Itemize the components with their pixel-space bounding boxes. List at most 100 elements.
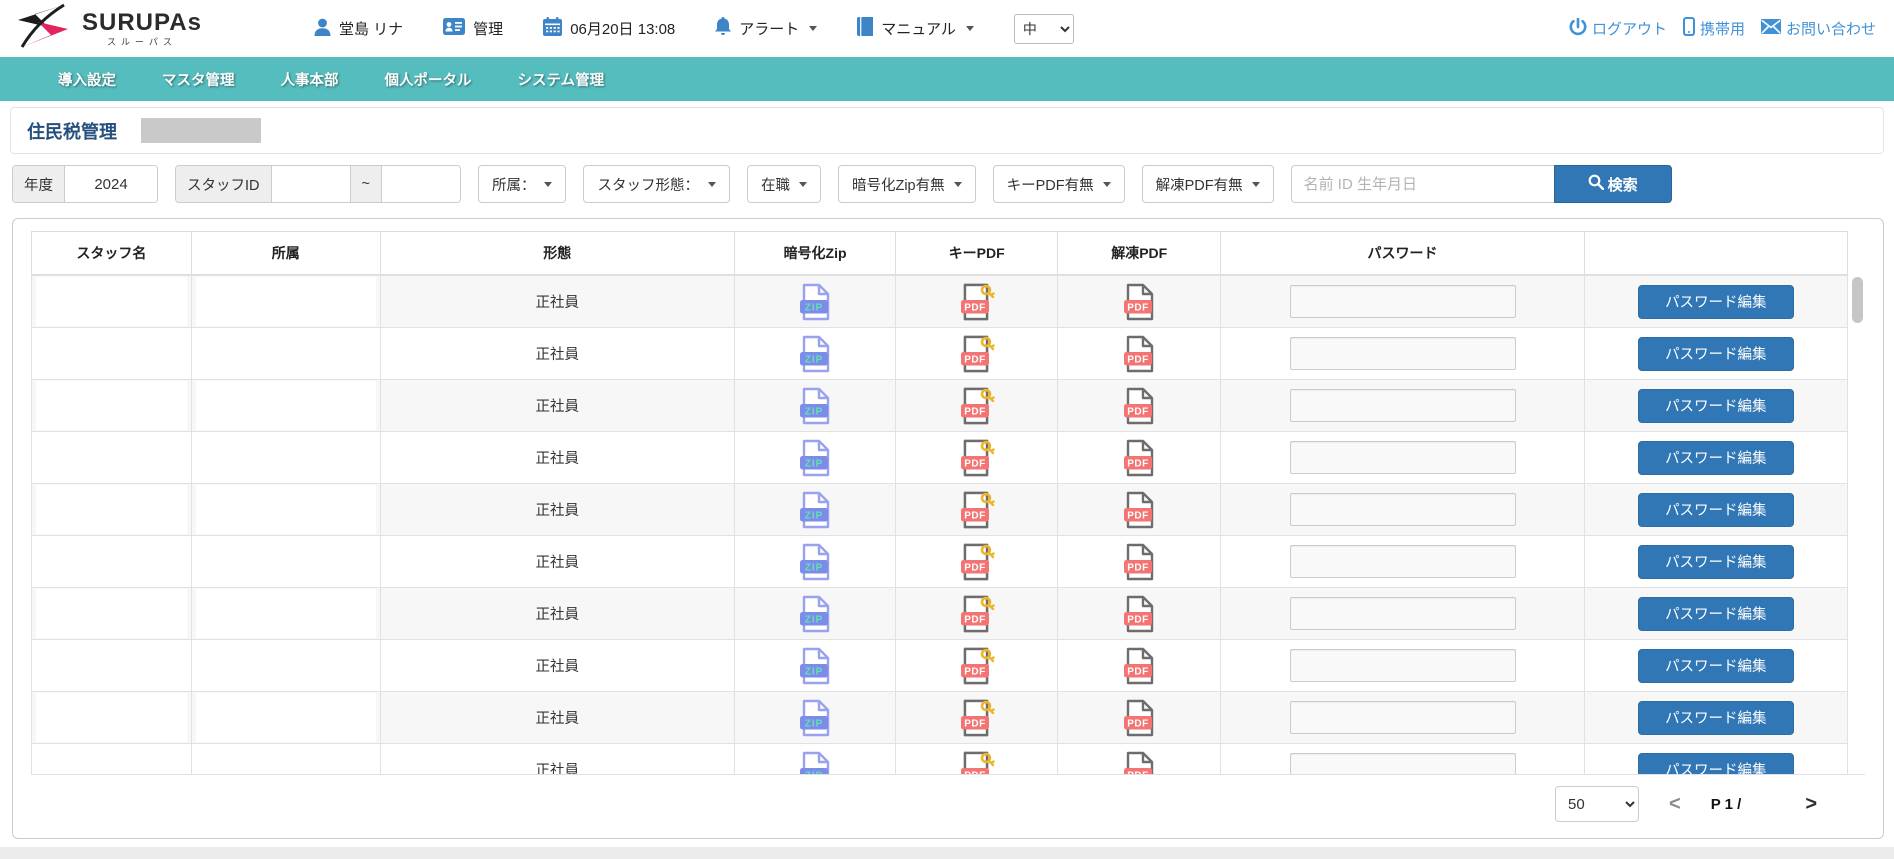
filter-affiliation-dropdown[interactable]: 所属：: [478, 165, 567, 203]
key-pdf-file-icon[interactable]: PDF: [959, 345, 995, 361]
password-field[interactable]: [1290, 649, 1516, 682]
admin-menu[interactable]: 管理: [443, 18, 503, 39]
password-edit-button[interactable]: パスワード編集: [1638, 441, 1794, 475]
cell-password: [1221, 744, 1584, 776]
encrypted-zip-file-icon[interactable]: ZIP: [798, 709, 832, 725]
footer-strip: [0, 847, 1894, 859]
password-field[interactable]: [1290, 701, 1516, 734]
search-button[interactable]: 検索: [1554, 165, 1672, 203]
password-field[interactable]: [1290, 545, 1516, 578]
key-pdf-file-icon[interactable]: PDF: [959, 709, 995, 725]
key-pdf-file-icon[interactable]: PDF: [959, 449, 995, 465]
staff-id-to-input[interactable]: [382, 166, 460, 202]
cell-employment-type: 正社員: [380, 276, 734, 328]
logo-mark-icon: [14, 3, 76, 54]
key-pdf-file-icon[interactable]: PDF: [959, 553, 995, 569]
cell-staff-name: [32, 484, 192, 536]
filter-encrypted-zip-dropdown[interactable]: 暗号化Zip有無: [838, 165, 976, 203]
page-size-select[interactable]: 50: [1555, 786, 1639, 822]
cell-employment-type: 正社員: [380, 328, 734, 380]
password-edit-button[interactable]: パスワード編集: [1638, 597, 1794, 631]
decrypted-pdf-file-icon[interactable]: PDF: [1122, 657, 1156, 673]
next-page-button[interactable]: >: [1805, 794, 1817, 814]
decrypted-pdf-file-icon[interactable]: PDF: [1122, 553, 1156, 569]
redacted-staff-name: [36, 693, 187, 742]
password-edit-button[interactable]: パスワード編集: [1638, 337, 1794, 371]
filter-decrypted-pdf-dropdown[interactable]: 解凍PDF有無: [1142, 165, 1274, 203]
password-edit-button[interactable]: パスワード編集: [1638, 389, 1794, 423]
app-logo[interactable]: SURUPAs スルーパス: [14, 3, 314, 54]
svg-text:PDF: PDF: [964, 406, 986, 417]
nav-item-master-management[interactable]: マスタ管理: [162, 69, 235, 90]
decrypted-pdf-file-icon[interactable]: PDF: [1122, 761, 1156, 775]
cell-password: [1221, 432, 1584, 484]
scrollbar-thumb[interactable]: [1852, 277, 1863, 323]
encrypted-zip-file-icon[interactable]: ZIP: [798, 501, 832, 517]
vertical-scrollbar[interactable]: [1850, 275, 1865, 775]
text-size-select[interactable]: 中: [1014, 14, 1074, 44]
password-edit-button[interactable]: パスワード編集: [1638, 545, 1794, 579]
password-edit-button[interactable]: パスワード編集: [1638, 285, 1794, 319]
chevron-down-icon: [799, 182, 807, 187]
key-pdf-file-icon[interactable]: PDF: [959, 397, 995, 413]
decrypted-pdf-file-icon[interactable]: PDF: [1122, 605, 1156, 621]
alert-menu[interactable]: アラート: [715, 17, 817, 40]
encrypted-zip-file-icon[interactable]: ZIP: [798, 397, 832, 413]
decrypted-pdf-file-icon[interactable]: PDF: [1122, 501, 1156, 517]
key-pdf-file-icon[interactable]: PDF: [959, 761, 995, 775]
password-field[interactable]: [1290, 389, 1516, 422]
password-field[interactable]: [1290, 753, 1516, 775]
encrypted-zip-file-icon[interactable]: ZIP: [798, 449, 832, 465]
password-edit-button[interactable]: パスワード編集: [1638, 701, 1794, 735]
encrypted-zip-file-icon[interactable]: ZIP: [798, 345, 832, 361]
keyword-search-input[interactable]: [1291, 165, 1554, 203]
mobile-link[interactable]: 携帯用: [1683, 17, 1745, 40]
key-pdf-file-icon[interactable]: PDF: [959, 605, 995, 621]
svg-text:ZIP: ZIP: [805, 614, 824, 625]
manual-menu[interactable]: マニュアル: [857, 17, 974, 40]
key-pdf-file-icon[interactable]: PDF: [959, 657, 995, 673]
encrypted-zip-file-icon[interactable]: ZIP: [798, 293, 832, 309]
svg-text:PDF: PDF: [964, 510, 986, 521]
decrypted-pdf-file-icon[interactable]: PDF: [1122, 397, 1156, 413]
user-menu[interactable]: 堂島 リナ: [314, 18, 403, 40]
nav-item-intro-settings[interactable]: 導入設定: [58, 69, 116, 90]
encrypted-zip-file-icon[interactable]: ZIP: [798, 657, 832, 673]
logout-link[interactable]: ログアウト: [1569, 18, 1667, 40]
svg-text:PDF: PDF: [964, 770, 986, 775]
redacted-affiliation: [196, 381, 376, 430]
filter-employment-dropdown[interactable]: 在職: [747, 165, 821, 203]
col-encrypted-zip: 暗号化Zip: [734, 232, 896, 275]
password-field[interactable]: [1290, 285, 1516, 318]
filter-staff-type-dropdown[interactable]: スタッフ形態：: [583, 165, 730, 203]
password-field[interactable]: [1290, 441, 1516, 474]
password-edit-button[interactable]: パスワード編集: [1638, 753, 1794, 776]
decrypted-pdf-file-icon[interactable]: PDF: [1122, 449, 1156, 465]
nav-item-personal-portal[interactable]: 個人ポータル: [385, 69, 472, 90]
contact-link[interactable]: お問い合わせ: [1761, 18, 1876, 39]
fiscal-year-label: 年度: [13, 166, 65, 202]
current-datetime: 06月20日 13:08: [570, 18, 675, 39]
cell-password: [1221, 380, 1584, 432]
staff-id-label: スタッフID: [176, 166, 272, 202]
nav-item-system-management[interactable]: システム管理: [518, 69, 605, 90]
password-field[interactable]: [1290, 493, 1516, 526]
key-pdf-file-icon[interactable]: PDF: [959, 501, 995, 517]
password-edit-button[interactable]: パスワード編集: [1638, 649, 1794, 683]
decrypted-pdf-file-icon[interactable]: PDF: [1122, 709, 1156, 725]
nav-item-hr-headquarters[interactable]: 人事本部: [281, 69, 339, 90]
password-edit-button[interactable]: パスワード編集: [1638, 493, 1794, 527]
encrypted-zip-file-icon[interactable]: ZIP: [798, 605, 832, 621]
encrypted-zip-file-icon[interactable]: ZIP: [798, 761, 832, 775]
decrypted-pdf-file-icon[interactable]: PDF: [1122, 293, 1156, 309]
encrypted-zip-file-icon[interactable]: ZIP: [798, 553, 832, 569]
staff-id-from-input[interactable]: [272, 166, 350, 202]
redacted-staff-name: [36, 329, 187, 378]
key-pdf-file-icon[interactable]: PDF: [959, 293, 995, 309]
prev-page-button[interactable]: <: [1669, 794, 1681, 814]
password-field[interactable]: [1290, 597, 1516, 630]
decrypted-pdf-file-icon[interactable]: PDF: [1122, 345, 1156, 361]
fiscal-year-input[interactable]: [65, 166, 157, 202]
password-field[interactable]: [1290, 337, 1516, 370]
filter-key-pdf-dropdown[interactable]: キーPDF有無: [993, 165, 1125, 203]
